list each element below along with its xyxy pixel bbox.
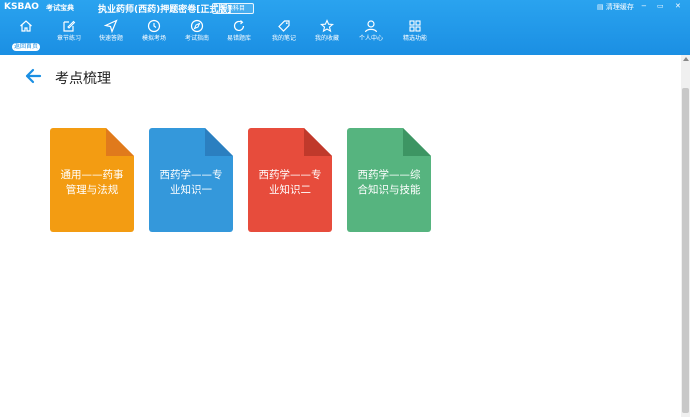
nav-item-personal-center[interactable]: 个人中心 — [353, 17, 389, 53]
nav-label: 模拟考场 — [141, 35, 166, 42]
nav-item-error-bank[interactable]: 易错题库 — [221, 17, 257, 53]
main-content: 考点梳理 通用——药事管理与法规 西药学——专业知识一 西药学——专业知识二 西… — [0, 55, 681, 417]
scroll-thumb[interactable] — [682, 88, 689, 413]
nav-label: 返回首页 — [11, 43, 40, 51]
arrow-left-icon[interactable] — [24, 67, 42, 85]
nav-item-mock-exam[interactable]: 模拟考场 — [136, 17, 172, 53]
card-label: 西药学——专业知识二 — [258, 169, 322, 196]
title-row: KSBAO 考试宝典 执业药师(西药)押题密卷[正式版] 切换科目 ▤ 清理缓存… — [0, 0, 690, 16]
nav-label: 我的笔记 — [271, 35, 296, 42]
top-bar: KSBAO 考试宝典 执业药师(西药)押题密卷[正式版] 切换科目 ▤ 清理缓存… — [0, 0, 690, 55]
nav-label: 个人中心 — [358, 35, 383, 42]
nav-item-chapter-practice[interactable]: 章节练习 — [51, 17, 87, 53]
scroll-up-arrow-icon[interactable] — [682, 57, 689, 61]
topic-card-pharmacy-knowledge-2[interactable]: 西药学——专业知识二 — [248, 128, 332, 232]
minimize-button[interactable]: − — [641, 2, 647, 10]
card-label: 西药学——专业知识一 — [159, 169, 223, 196]
nav-item-quick-answer[interactable]: 快速答题 — [93, 17, 129, 53]
broom-icon: ▤ — [597, 3, 604, 11]
page-title: 考点梳理 — [55, 71, 111, 87]
close-button[interactable]: ✕ — [675, 2, 681, 10]
card-label: 通用——药事管理与法规 — [60, 169, 124, 196]
nav-item-featured[interactable]: 精选功能 — [397, 17, 433, 53]
star-icon — [320, 19, 334, 33]
logo-subtitle: 考试宝典 — [46, 4, 74, 12]
nav-label: 考试指南 — [184, 35, 209, 42]
nav-label: 快速答题 — [98, 35, 123, 42]
clear-cache-label: 清理缓存 — [605, 3, 634, 11]
switch-subject-button[interactable]: 切换科目 — [212, 3, 254, 14]
clock-icon — [147, 19, 161, 33]
restore-button[interactable]: ▭ — [657, 2, 664, 10]
app-window: KSBAO 考试宝典 执业药师(西药)押题密卷[正式版] 切换科目 ▤ 清理缓存… — [0, 0, 690, 417]
home-icon — [20, 20, 32, 32]
clear-cache-button[interactable]: ▤ 清理缓存 — [597, 2, 634, 12]
topic-card-pharmacy-knowledge-1[interactable]: 西药学——专业知识一 — [149, 128, 233, 232]
compass-icon — [190, 19, 204, 33]
nav-item-my-favorites[interactable]: 我的收藏 — [309, 17, 345, 53]
user-icon — [364, 20, 378, 33]
main-nav: 返回首页 章节练习 快速答题 模拟考场 考试指南 易错题库 我的笔记 我的收藏 … — [0, 17, 690, 53]
nav-label: 章节练习 — [56, 35, 81, 42]
nav-label: 精选功能 — [402, 35, 427, 42]
topic-card-pharmacy-law[interactable]: 通用——药事管理与法规 — [50, 128, 134, 232]
grid-icon — [409, 20, 421, 32]
tag-icon — [278, 20, 290, 32]
nav-label: 易错题库 — [226, 35, 251, 42]
nav-item-my-notes[interactable]: 我的笔记 — [266, 17, 302, 53]
logo: KSBAO — [4, 2, 39, 12]
topic-card-comprehensive-skills[interactable]: 西药学——综合知识与技能 — [347, 128, 431, 232]
send-icon — [104, 19, 118, 33]
nav-item-home[interactable]: 返回首页 — [8, 17, 44, 53]
nav-label: 我的收藏 — [314, 35, 339, 42]
nav-item-exam-guide[interactable]: 考试指南 — [179, 17, 215, 53]
edit-icon — [63, 20, 76, 32]
vertical-scrollbar[interactable] — [681, 55, 690, 417]
refresh-icon — [233, 20, 245, 32]
card-label: 西药学——综合知识与技能 — [357, 169, 421, 196]
